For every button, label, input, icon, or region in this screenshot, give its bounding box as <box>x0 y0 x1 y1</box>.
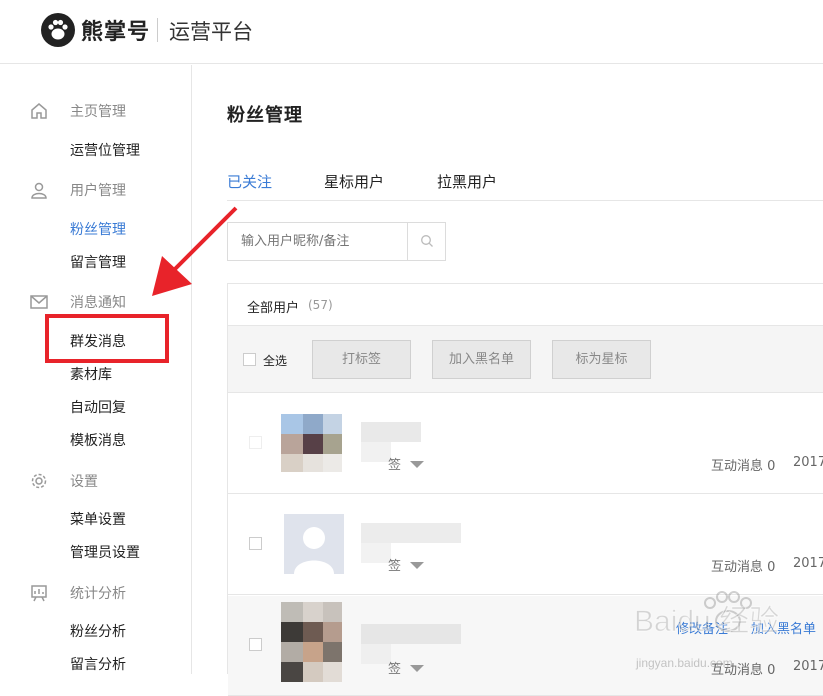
row-checkbox[interactable] <box>249 537 262 550</box>
row-tag-label[interactable]: 签 <box>388 658 401 677</box>
row-date: 2017 <box>793 556 823 571</box>
group-title-messages: 消息通知 <box>70 295 126 311</box>
all-users-label: 全部用户 <box>247 301 300 316</box>
search-input[interactable] <box>228 223 407 260</box>
header-divider <box>157 18 158 42</box>
table-row[interactable]: 签 互动消息 0 2017 <box>228 495 823 595</box>
select-all-checkbox[interactable] <box>243 353 256 366</box>
list-header: 全部用户 (57) <box>228 284 823 326</box>
chevron-down-icon[interactable] <box>410 665 424 672</box>
svg-text:Baidu 经验: Baidu 经验 <box>634 605 779 638</box>
main-content: 粉丝管理 已关注 星标用户 拉黑用户 全部用户 (57) 全选 打标签 加入黑名… <box>193 65 823 696</box>
search-button[interactable] <box>407 223 445 260</box>
brand-name[interactable]: 熊掌号 <box>81 14 150 46</box>
tab-followed[interactable]: 已关注 <box>227 171 272 192</box>
row-date: 2017 <box>793 455 823 470</box>
tabs-divider <box>227 200 823 201</box>
page-title: 粉丝管理 <box>227 105 303 126</box>
sidebar-item-menu-settings[interactable]: 菜单设置 <box>70 509 126 529</box>
avatar <box>284 514 344 574</box>
star-button[interactable]: 标为星标 <box>552 340 651 379</box>
blacklist-button[interactable]: 加入黑名单 <box>432 340 531 379</box>
row-interaction-count: 互动消息 0 <box>711 459 776 474</box>
platform-title: 运营平台 <box>169 20 253 44</box>
chevron-down-icon[interactable] <box>410 562 424 569</box>
sidebar-item-comments-analysis[interactable]: 留言分析 <box>70 654 126 674</box>
sidebar-item-fans[interactable]: 粉丝管理 <box>70 219 126 239</box>
table-row[interactable]: 签 互动消息 0 2017 <box>228 394 823 494</box>
sidebar-item-auto-reply[interactable]: 自动回复 <box>70 397 126 417</box>
sidebar: 主页管理 运营位管理 用户管理 粉丝管理 留言管理 消息通知 群发消息 素材库 … <box>0 65 192 674</box>
chart-icon <box>29 583 49 603</box>
search-box <box>227 222 446 261</box>
chevron-down-icon[interactable] <box>410 461 424 468</box>
sidebar-item-comments[interactable]: 留言管理 <box>70 252 126 272</box>
svg-text:jingyan.baidu.com: jingyan.baidu.com <box>635 656 733 670</box>
row-checkbox[interactable] <box>249 436 262 449</box>
row-interaction-count: 互动消息 0 <box>711 560 776 575</box>
tag-button[interactable]: 打标签 <box>312 340 411 379</box>
search-icon <box>421 235 433 247</box>
user-count: (57) <box>308 298 333 312</box>
row-tag-label[interactable]: 签 <box>388 555 401 574</box>
user-icon <box>29 180 49 200</box>
home-icon <box>29 101 49 121</box>
annotation-highlight-box <box>45 314 169 363</box>
group-title-homepage: 主页管理 <box>70 104 126 120</box>
row-tag-label[interactable]: 签 <box>388 454 401 473</box>
group-title-users: 用户管理 <box>70 183 126 199</box>
select-all-label: 全选 <box>263 354 288 368</box>
mail-icon <box>29 292 49 312</box>
top-bar: 熊掌号 运营平台 <box>0 0 823 64</box>
sidebar-item-fans-analysis[interactable]: 粉丝分析 <box>70 621 126 641</box>
sidebar-item-admin-settings[interactable]: 管理员设置 <box>70 542 140 562</box>
sidebar-item-banner-manage[interactable]: 运营位管理 <box>70 140 140 160</box>
baidu-watermark: Baidu 经验 jingyan.baidu.com <box>634 591 780 670</box>
annotation-arrow-icon <box>152 206 238 296</box>
paw-logo-icon[interactable] <box>41 13 75 47</box>
tab-blocked[interactable]: 拉黑用户 <box>437 171 497 192</box>
default-avatar-icon <box>294 527 334 574</box>
sidebar-item-template-msg[interactable]: 模板消息 <box>70 430 126 450</box>
sidebar-item-materials[interactable]: 素材库 <box>70 364 112 384</box>
row-checkbox[interactable] <box>249 638 262 651</box>
group-title-settings: 设置 <box>70 474 98 490</box>
tab-starred[interactable]: 星标用户 <box>324 171 384 192</box>
gear-icon <box>29 471 49 491</box>
list-toolbar: 全选 打标签 加入黑名单 标为星标 <box>228 326 823 393</box>
group-title-analytics: 统计分析 <box>70 586 126 602</box>
